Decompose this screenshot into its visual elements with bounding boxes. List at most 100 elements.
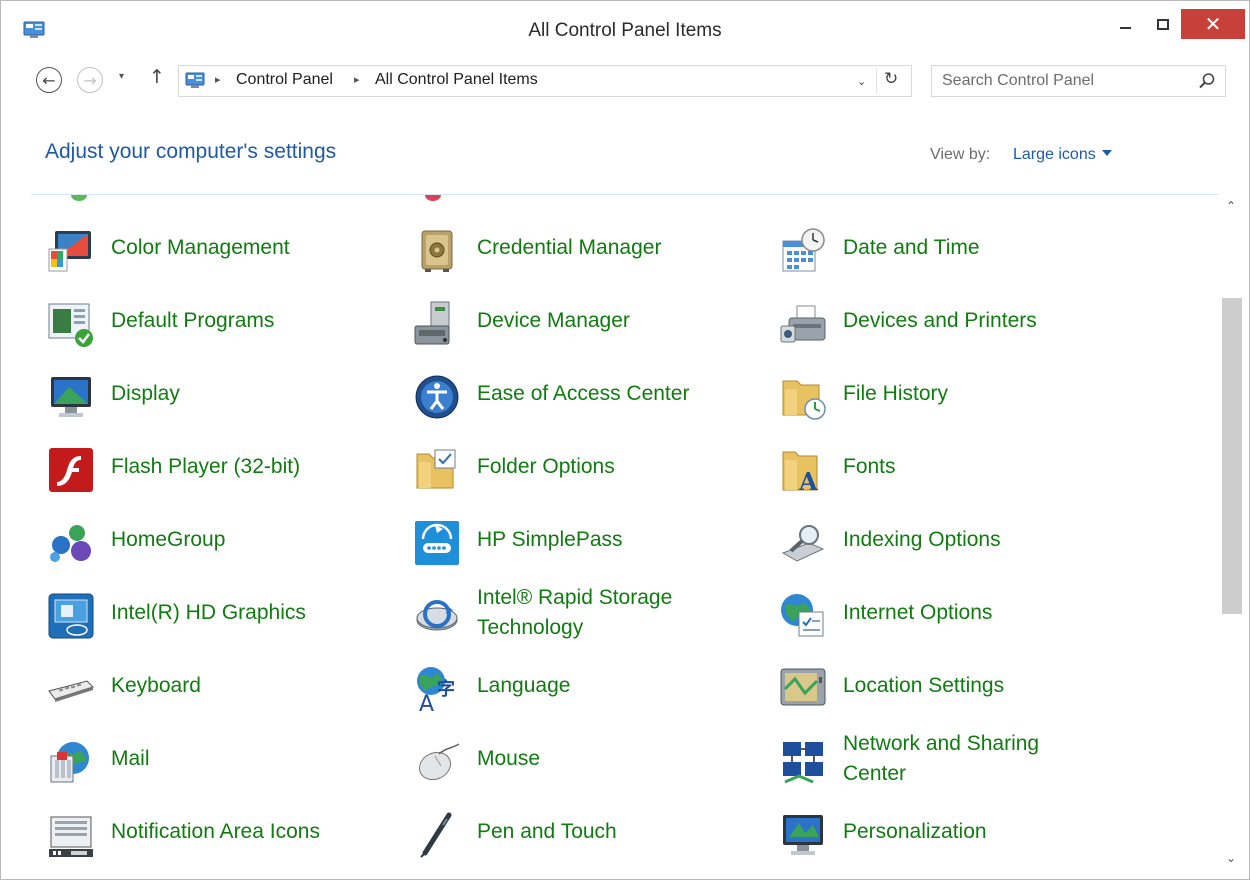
item-label: HomeGroup [111,528,226,551]
up-button[interactable]: ↑ [149,66,165,88]
item-fonts[interactable]: A Fonts [763,432,1123,505]
item-label: Language [477,674,571,697]
close-button[interactable]: ✕ [1181,9,1245,39]
item-personalization[interactable]: Personalization [763,797,1123,870]
notification-area-icon [49,816,93,857]
svg-text:A: A [419,692,434,713]
homegroup-icon [50,525,91,562]
item-mail[interactable]: Mail [31,724,391,797]
item-flash-player[interactable]: Flash Player (32-bit) [31,432,391,505]
forward-button[interactable]: → [77,67,103,93]
address-bar[interactable]: ▸ Control Panel ▸ All Control Panel Item… [178,65,912,97]
item-label: Mail [111,747,150,770]
view-by-dropdown[interactable]: Large icons [1013,146,1112,164]
search-input[interactable] [942,70,1192,92]
item-intel-rapid-storage[interactable]: Intel® Rapid Storage Technology [397,578,757,651]
item-file-history[interactable]: File History [763,359,1123,432]
partial-item-icon [71,195,87,201]
calendar-clock-icon [782,228,825,272]
item-date-and-time[interactable]: Date and Time [763,213,1123,286]
items-row: Color Management Credential Manager Date… [31,213,1218,286]
monitor-icon [51,377,91,417]
item-ease-of-access[interactable]: Ease of Access Center [397,359,757,432]
item-intel-hd-graphics[interactable]: Intel(R) HD Graphics [31,578,391,651]
address-divider [876,68,877,94]
internet-options-icon [781,594,824,637]
item-credential-manager[interactable]: Credential Manager [397,213,757,286]
item-label: Network and Sharing Center [843,732,1040,785]
item-label: Default Programs [111,309,275,332]
item-language[interactable]: A 字 Language [397,651,757,724]
item-pen-and-touch[interactable]: Pen and Touch [397,797,757,870]
address-dropdown-button[interactable]: ⌄ [857,75,866,88]
items-row: Default Programs Device Manager Devices … [31,286,1218,359]
item-keyboard[interactable]: Keyboard [31,651,391,724]
refresh-button[interactable]: ↻ [884,69,898,89]
mail-icon [50,742,89,783]
pen-icon [420,812,452,858]
scroll-thumb[interactable] [1222,298,1242,614]
vertical-scrollbar[interactable]: ⌃ ⌄ [1220,195,1246,877]
item-location-settings[interactable]: Location Settings [763,651,1123,724]
language-icon: A 字 [417,667,455,713]
scroll-up-button[interactable]: ⌃ [1226,199,1236,213]
chevron-down-icon [1101,149,1112,156]
item-folder-options[interactable]: Folder Options [397,432,757,505]
item-notification-area-icons[interactable]: Notification Area Icons [31,797,391,870]
item-indexing-options[interactable]: Indexing Options [763,505,1123,578]
item-devices-and-printers[interactable]: Devices and Printers [763,286,1123,359]
item-label: Personalization [843,820,987,843]
network-icon [783,742,823,784]
items-row: Display Ease of Access Center File Histo… [31,359,1218,432]
breadcrumb-control-panel[interactable]: Control Panel [236,71,333,89]
item-label: Ease of Access Center [477,382,690,405]
recent-locations-button[interactable]: ▾ [119,71,124,82]
indexing-icon [781,525,825,562]
breadcrumb-separator[interactable]: ▸ [215,73,221,86]
breadcrumb-separator[interactable]: ▸ [354,73,360,86]
item-label: File History [843,382,949,405]
item-internet-options[interactable]: Internet Options [763,578,1123,651]
location-settings-icon [780,668,826,706]
back-button[interactable]: ← [36,67,62,93]
breadcrumb-all-items[interactable]: All Control Panel Items [375,71,538,89]
window-title: All Control Panel Items [528,20,722,41]
item-label: Fonts [843,455,896,478]
search-box[interactable] [931,65,1226,97]
item-mouse[interactable]: Mouse [397,724,757,797]
item-label: Flash Player (32-bit) [111,455,301,478]
partial-item-icon [425,195,441,201]
item-default-programs[interactable]: Default Programs [31,286,391,359]
item-label: Location Settings [843,674,1005,697]
mouse-icon [418,743,460,781]
item-hp-simplepass[interactable]: HP SimplePass [397,505,757,578]
scroll-down-button[interactable]: ⌄ [1226,851,1236,865]
item-color-management[interactable]: Color Management [31,213,391,286]
maximize-button[interactable] [1141,9,1185,39]
default-programs-icon [48,303,93,347]
fonts-folder-icon: A [782,451,818,494]
item-label: Date and Time [843,236,980,259]
items-row: HomeGroup HP SimplePass Indexing Options [31,505,1218,578]
items-row: Notification Area Icons Pen and Touch Pe… [31,797,1218,870]
search-icon[interactable] [1198,72,1216,90]
item-label: Device Manager [477,309,630,332]
item-network-sharing[interactable]: Network and Sharing Center [763,724,1123,797]
item-homegroup[interactable]: HomeGroup [31,505,391,578]
item-label: Intel(R) HD Graphics [111,601,306,624]
items-row: Flash Player (32-bit) Folder Options A F… [31,432,1218,505]
item-device-manager[interactable]: Device Manager [397,286,757,359]
title-bar: All Control Panel Items ✕ [1,1,1249,45]
keyboard-icon [48,680,94,702]
control-panel-window: All Control Panel Items ✕ ← → ▾ ↑ ▸ Cont… [0,0,1250,880]
items-row: Mail Mouse Network and Sharing Center [31,724,1218,797]
items-row: Keyboard A 字 Language Location Settings [31,651,1218,724]
minimize-icon [1119,27,1131,29]
item-label: Display [111,382,180,405]
item-label: Internet Options [843,601,993,624]
item-label: Intel® Rapid Storage Technology [477,586,673,639]
item-display[interactable]: Display [31,359,391,432]
item-label: Folder Options [477,455,615,478]
svg-text:字: 字 [437,678,455,700]
control-panel-items: Color Management Credential Manager Date… [31,213,1218,870]
